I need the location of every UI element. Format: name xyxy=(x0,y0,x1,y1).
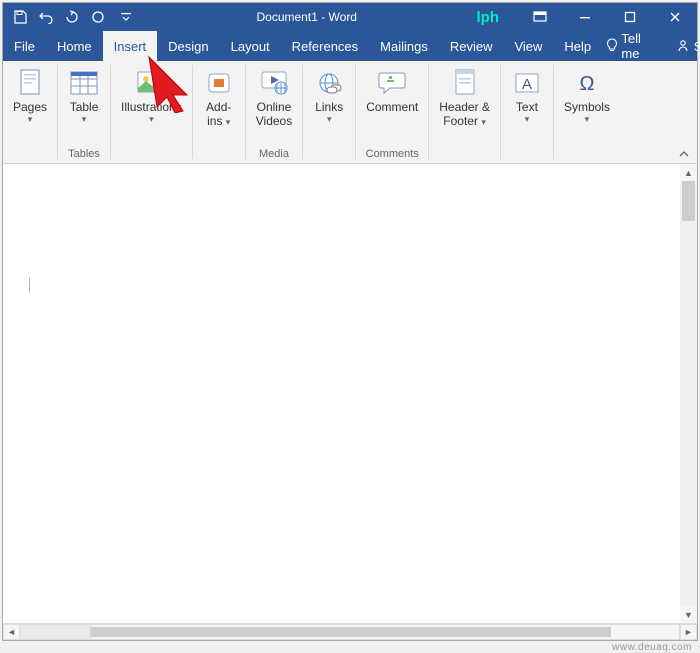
group-symbols: Ω Symbols▾ xyxy=(554,61,620,163)
group-illustrations: Illustrations▾ xyxy=(111,61,192,163)
vscroll-thumb[interactable] xyxy=(682,181,695,221)
tab-view[interactable]: View xyxy=(503,31,553,61)
group-label-illustrations xyxy=(111,145,192,163)
horizontal-scrollbar[interactable]: ◄ ► xyxy=(3,623,697,640)
pages-icon xyxy=(14,67,46,99)
title-bar-right: lph xyxy=(477,3,698,31)
group-label-tables: Tables xyxy=(58,145,110,163)
share-label: Share xyxy=(694,39,700,54)
tab-review[interactable]: Review xyxy=(439,31,504,61)
group-label-pages xyxy=(3,145,57,163)
group-tables: Table▾ Tables xyxy=(58,61,110,163)
text-button[interactable]: A Text▾ xyxy=(505,65,549,144)
group-label-links xyxy=(303,145,355,163)
maximize-button[interactable] xyxy=(607,3,652,31)
group-label-addins xyxy=(193,145,245,163)
scroll-left-icon[interactable]: ◄ xyxy=(3,624,20,640)
tab-references[interactable]: References xyxy=(281,31,369,61)
group-label-media: Media xyxy=(246,145,302,163)
tab-help[interactable]: Help xyxy=(553,31,602,61)
vertical-scrollbar[interactable]: ▲ ▼ xyxy=(680,164,697,623)
ribbon: Pages▾ Table▾ Tables xyxy=(3,61,697,164)
save-icon[interactable] xyxy=(11,8,29,26)
tab-home[interactable]: Home xyxy=(46,31,103,61)
pages-button[interactable]: Pages▾ xyxy=(7,65,53,144)
ribbon-tabs: File Home Insert Design Layout Reference… xyxy=(3,31,697,61)
scroll-up-icon[interactable]: ▲ xyxy=(680,164,697,181)
addins-icon xyxy=(203,67,235,99)
qat-customize-icon[interactable] xyxy=(115,8,137,26)
minimize-button[interactable] xyxy=(562,3,607,31)
collapse-ribbon-icon[interactable] xyxy=(675,147,693,161)
hscroll-gap xyxy=(20,624,90,640)
table-icon xyxy=(68,67,100,99)
group-pages: Pages▾ xyxy=(3,61,57,163)
hscroll-track[interactable] xyxy=(90,624,680,640)
links-button[interactable]: Links▾ xyxy=(307,65,351,144)
comment-button[interactable]: Comment xyxy=(360,65,424,144)
svg-text:Ω: Ω xyxy=(579,73,594,95)
text-cursor xyxy=(29,277,30,293)
undo-icon[interactable] xyxy=(37,8,55,26)
group-label-text xyxy=(501,145,553,163)
group-media: OnlineVideos Media xyxy=(246,61,302,163)
tell-me-button[interactable]: Tell me xyxy=(621,31,663,61)
tab-insert[interactable]: Insert xyxy=(103,31,158,61)
close-button[interactable] xyxy=(652,3,697,31)
group-label-symbols xyxy=(554,145,620,163)
tab-file[interactable]: File xyxy=(3,31,46,61)
redo-icon[interactable] xyxy=(63,8,81,26)
watermark-text: www.deuaq.com xyxy=(612,642,692,653)
account-badge[interactable]: lph xyxy=(477,9,500,26)
group-label-headerfooter xyxy=(429,145,500,163)
online-videos-button[interactable]: OnlineVideos xyxy=(250,65,298,144)
scroll-down-icon[interactable]: ▼ xyxy=(680,606,697,623)
omega-icon: Ω xyxy=(571,67,603,99)
app-window: Document1 - Word lph File Home Insert De… xyxy=(2,2,698,641)
lightbulb-icon[interactable] xyxy=(602,38,621,54)
online-video-icon xyxy=(258,67,290,99)
tab-mailings[interactable]: Mailings xyxy=(369,31,439,61)
tab-layout[interactable]: Layout xyxy=(220,31,281,61)
ribbon-display-options-icon[interactable] xyxy=(517,3,562,31)
picture-icon xyxy=(135,67,167,99)
share-button[interactable]: Share xyxy=(664,39,700,54)
textbox-icon: A xyxy=(511,67,543,99)
quick-access-toolbar xyxy=(3,8,137,26)
touch-mode-icon[interactable] xyxy=(89,8,107,26)
table-button[interactable]: Table▾ xyxy=(62,65,106,144)
tab-design[interactable]: Design xyxy=(157,31,219,61)
svg-text:A: A xyxy=(522,76,532,93)
share-icon xyxy=(676,39,690,53)
group-comments: Comment Comments xyxy=(356,61,428,163)
scroll-right-icon[interactable]: ► xyxy=(680,624,697,640)
addins-button[interactable]: Add-ins ▾ xyxy=(197,65,241,144)
illustrations-button[interactable]: Illustrations▾ xyxy=(115,65,188,144)
window-title: Document1 - Word xyxy=(137,10,477,24)
header-footer-button[interactable]: Header &Footer ▾ xyxy=(433,65,496,144)
group-label-comments: Comments xyxy=(356,145,428,163)
symbols-button[interactable]: Ω Symbols▾ xyxy=(558,65,616,144)
header-footer-icon xyxy=(449,67,481,99)
group-header-footer: Header &Footer ▾ xyxy=(429,61,500,163)
group-addins: Add-ins ▾ xyxy=(193,61,245,163)
group-links: Links▾ xyxy=(303,61,355,163)
group-text: A Text▾ xyxy=(501,61,553,163)
document-page[interactable] xyxy=(3,164,680,623)
link-icon xyxy=(313,67,345,99)
vscroll-track[interactable] xyxy=(680,181,697,606)
hscroll-thumb[interactable] xyxy=(91,627,611,637)
title-bar: Document1 - Word lph xyxy=(3,3,697,31)
comment-icon xyxy=(376,67,408,99)
document-area: ▲ ▼ xyxy=(3,164,697,623)
